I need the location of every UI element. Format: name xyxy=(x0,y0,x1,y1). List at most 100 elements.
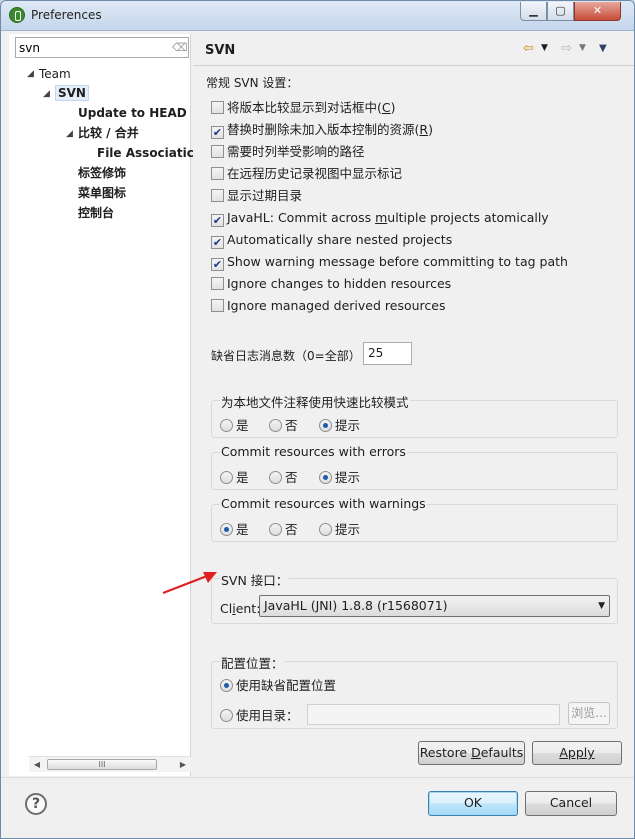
checkbox-box[interactable] xyxy=(211,145,224,158)
checkbox-ignore-derived-resources[interactable]: Ignore managed derived resources xyxy=(211,297,445,315)
checkbox-ignore-hidden-resources[interactable]: Ignore changes to hidden resources xyxy=(211,275,451,293)
group-title: 为本地文件注释使用快速比较模式 xyxy=(220,392,410,411)
checkbox-box[interactable] xyxy=(211,299,224,312)
checkbox-box[interactable]: ✔ xyxy=(211,214,224,227)
radio-circle[interactable] xyxy=(269,523,282,536)
tree-item-file-associations[interactable]: File Associatic xyxy=(97,145,194,161)
clear-filter-icon[interactable]: ⌫ xyxy=(172,41,188,54)
window-title: Preferences xyxy=(31,8,102,22)
group-quick-diff-annotate: 为本地文件注释使用快速比较模式 是 否 提示 xyxy=(211,392,618,438)
checkbox-list-affected-paths[interactable]: 需要时列举受影响的路径 xyxy=(211,143,365,161)
cancel-button[interactable]: Cancel xyxy=(525,791,617,816)
tree-item-update-to-head[interactable]: Update to HEAD xyxy=(78,105,187,121)
tree-item-compare-merge[interactable]: ◢ 比较 / 合并 xyxy=(66,125,139,141)
restore-defaults-button[interactable]: Restore Defaults xyxy=(418,741,525,765)
preferences-window: Preferences ▁ ▢ ✕ ⌫ ◢ Team ◢ SVN Update … xyxy=(0,0,635,839)
tree-expand-icon[interactable]: ◢ xyxy=(27,66,34,82)
checkbox-box[interactable]: ✔ xyxy=(211,236,224,249)
radio-prompt[interactable]: 提示 xyxy=(319,415,360,434)
group-svn-interface: SVN 接口： Client: JavaHL (JNI) 1.8.8 (r156… xyxy=(211,570,618,624)
radio-circle[interactable] xyxy=(220,523,233,536)
radio-circle[interactable] xyxy=(269,419,282,432)
checkbox-box[interactable]: ✔ xyxy=(211,258,224,271)
checkbox-box[interactable] xyxy=(211,189,224,202)
client-label: Client: xyxy=(220,601,261,616)
tree-item-menu-icons[interactable]: 菜单图标 xyxy=(78,185,126,201)
tree-item-label-decorations[interactable]: 标签修饰 xyxy=(78,165,126,181)
checkbox-warn-commit-to-tag[interactable]: ✔ Show warning message before committing … xyxy=(211,253,568,271)
tree-horizontal-scrollbar[interactable]: ◀ III ▶ xyxy=(29,756,191,772)
browse-button[interactable]: 浏览... xyxy=(568,702,610,725)
scroll-right-icon[interactable]: ▶ xyxy=(175,758,191,772)
radio-no[interactable]: 否 xyxy=(269,519,298,538)
minimize-button[interactable]: ▁ xyxy=(520,2,547,21)
general-settings-heading: 常规 SVN 设置： xyxy=(206,76,299,90)
radio-circle[interactable] xyxy=(319,523,332,536)
ok-button[interactable]: OK xyxy=(428,791,518,816)
scroll-left-icon[interactable]: ◀ xyxy=(29,758,45,772)
title-bar: Preferences ▁ ▢ ✕ xyxy=(1,1,634,31)
group-title: SVN 接口： xyxy=(220,570,290,589)
filter-box: ⌫ xyxy=(15,37,189,58)
svn-settings-panel: SVN ⇦ ▼ ⇨ ▼ ▼ 常规 SVN 设置： 将版本比较显示到对话框中(C)… xyxy=(193,34,634,776)
preference-tree-panel: ⌫ ◢ Team ◢ SVN Update to HEAD ◢ 比较 / 合并 … xyxy=(9,34,194,776)
checkbox-box[interactable]: ✔ xyxy=(211,126,224,139)
filter-input[interactable] xyxy=(16,38,166,57)
config-directory-input[interactable] xyxy=(307,704,560,725)
group-title: Commit resources with warnings xyxy=(220,496,427,511)
radio-use-default-config[interactable]: 使用缺省配置位置 xyxy=(220,675,336,694)
radio-circle[interactable] xyxy=(319,471,332,484)
tree-item-team[interactable]: ◢ Team xyxy=(27,66,71,82)
radio-no[interactable]: 否 xyxy=(269,467,298,486)
checkbox-box[interactable] xyxy=(211,277,224,290)
group-title: 配置位置： xyxy=(220,653,285,672)
checkbox-show-out-of-date-folders[interactable]: 显示过期目录 xyxy=(211,187,302,205)
radio-yes[interactable]: 是 xyxy=(220,467,249,486)
radio-use-directory[interactable]: 使用目录： xyxy=(220,705,299,724)
radio-circle[interactable] xyxy=(220,679,233,692)
back-menu-icon[interactable]: ▼ xyxy=(541,43,548,53)
radio-prompt[interactable]: 提示 xyxy=(319,519,360,538)
radio-no[interactable]: 否 xyxy=(269,415,298,434)
checkbox-share-nested-projects[interactable]: ✔ Automatically share nested projects xyxy=(211,231,452,249)
tree-item-console[interactable]: 控制台 xyxy=(78,205,114,221)
radio-circle[interactable] xyxy=(269,471,282,484)
checkbox-box[interactable] xyxy=(211,167,224,180)
chevron-down-icon[interactable]: ▼ xyxy=(598,596,605,616)
checkbox-box[interactable] xyxy=(211,101,224,114)
maximize-button[interactable]: ▢ xyxy=(547,2,574,21)
radio-circle[interactable] xyxy=(220,419,233,432)
apply-button[interactable]: Apply xyxy=(532,741,622,765)
client-select[interactable]: JavaHL (JNI) 1.8.8 (r1568071) ▼ xyxy=(259,595,610,617)
close-button[interactable]: ✕ xyxy=(574,2,621,21)
view-menu-icon[interactable]: ▼ xyxy=(599,43,607,54)
radio-circle[interactable] xyxy=(319,419,332,432)
radio-prompt[interactable]: 提示 xyxy=(319,467,360,486)
eclipse-app-icon xyxy=(9,7,25,23)
checkbox-show-compare-in-dialog[interactable]: 将版本比较显示到对话框中(C) xyxy=(211,99,396,117)
dialog-footer: ? OK Cancel xyxy=(1,777,634,838)
checkbox-javahl-commit-atomically[interactable]: ✔ JavaHL: Commit across multiple projects… xyxy=(211,209,549,227)
radio-circle[interactable] xyxy=(220,471,233,484)
title-separator xyxy=(193,65,634,66)
group-commit-with-warnings: Commit resources with warnings 是 否 提示 xyxy=(211,496,618,542)
forward-arrow-icon[interactable]: ⇨ xyxy=(561,41,572,56)
radio-yes[interactable]: 是 xyxy=(220,519,249,538)
tree-expand-icon[interactable]: ◢ xyxy=(66,126,73,142)
log-message-count-label: 缺省日志消息数（0=全部） xyxy=(211,349,361,363)
checkbox-delete-unversioned-on-replace[interactable]: ✔ 替换时删除未加入版本控制的资源(R) xyxy=(211,121,433,139)
tree-item-svn[interactable]: ◢ SVN xyxy=(43,85,89,101)
checkbox-show-tags-in-history[interactable]: 在远程历史记录视图中显示标记 xyxy=(211,165,402,183)
tree-expand-icon[interactable]: ◢ xyxy=(43,86,50,102)
radio-circle[interactable] xyxy=(220,709,233,722)
group-commit-with-errors: Commit resources with errors 是 否 提示 xyxy=(211,444,618,490)
forward-menu-icon[interactable]: ▼ xyxy=(579,43,586,53)
scroll-thumb[interactable]: III xyxy=(47,759,157,770)
group-config-location: 配置位置： 使用缺省配置位置 使用目录： 浏览... xyxy=(211,653,618,729)
log-message-count-input[interactable]: 25 xyxy=(363,342,412,365)
page-title: SVN xyxy=(205,43,236,58)
help-icon[interactable]: ? xyxy=(25,793,47,815)
back-arrow-icon[interactable]: ⇦ xyxy=(523,41,534,56)
radio-yes[interactable]: 是 xyxy=(220,415,249,434)
navigation-toolbar: ⇦ ▼ ⇨ ▼ ▼ xyxy=(523,41,623,59)
